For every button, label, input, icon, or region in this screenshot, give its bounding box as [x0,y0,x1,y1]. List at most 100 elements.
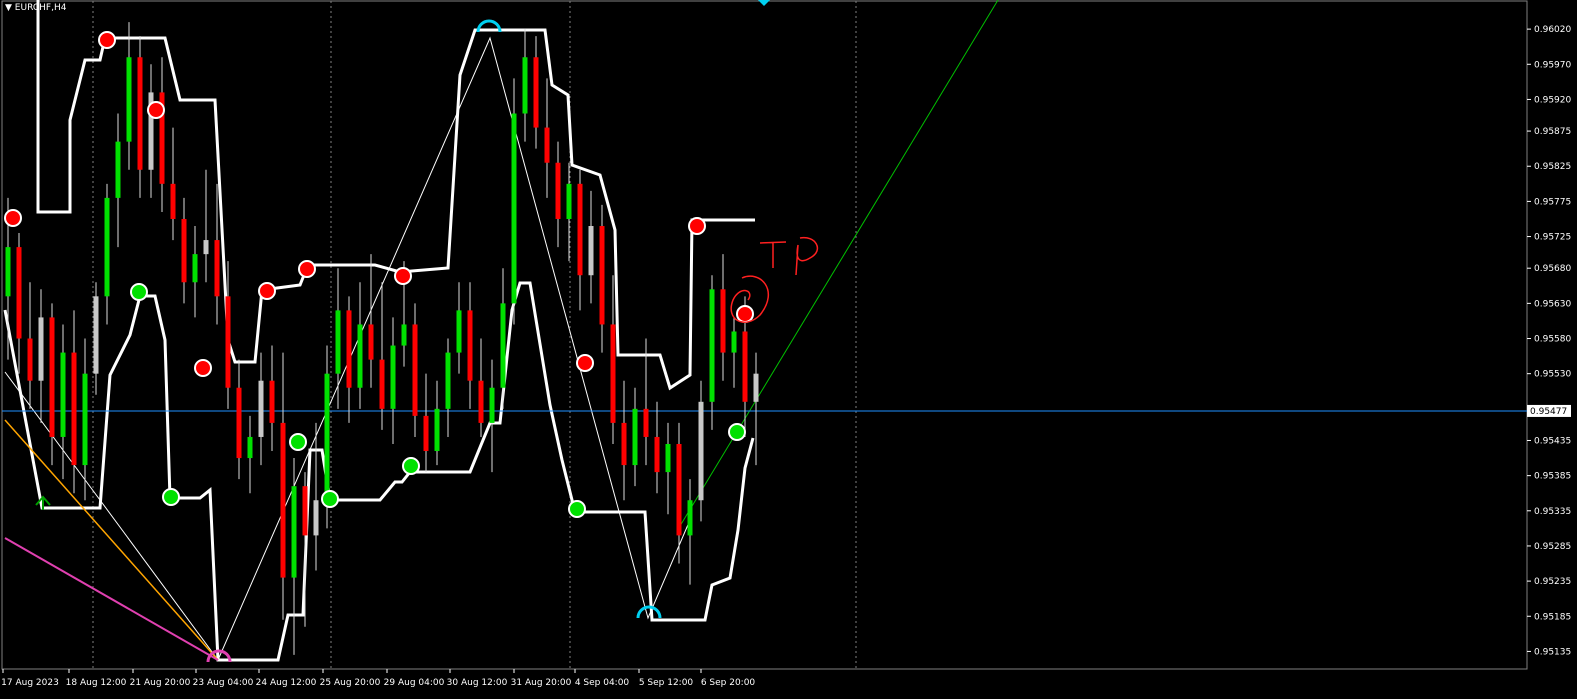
handwritten-tp-mark [759,236,819,276]
buy-signal-dot-5 [568,500,586,518]
candle-body-28 [313,500,319,536]
candle-body-44 [489,387,495,423]
price-chart[interactable]: 0.96020 0.95970 0.95920 0.95875 0.95825 0.957… [0,0,1577,699]
candle-body-39 [434,408,440,452]
indicator-overlays [2,0,1527,662]
buy-signal-dot-1 [162,488,180,506]
sell-signal-dot-6 [394,267,412,285]
sell-signal-dot-9 [736,305,754,323]
candle-body-27 [302,486,308,536]
candle-body-15 [170,183,176,219]
candle-body-0 [5,247,11,297]
candle-body-59 [654,436,660,473]
y-tick-label-5: 0.95775 [1534,197,1571,207]
candle-body-48 [533,57,539,128]
candle-body-19 [214,240,220,297]
y-tick-label-6: 0.95725 [1534,233,1571,243]
candle-body-67 [742,331,748,402]
candle-body-61 [676,443,682,536]
candle-body-11 [126,57,132,142]
candle-body-41 [456,310,462,353]
channel-upper-line [36,0,755,391]
candle-body-5 [60,352,66,437]
y-tick-label-8: 0.95630 [1534,299,1571,309]
y-tick-label-4: 0.95825 [1534,162,1571,172]
x-tick-label-4: 24 Aug 12:00 [256,678,317,688]
candle-body-43 [478,380,484,423]
y-tick-label-14: 0.95285 [1534,542,1571,552]
buy-signal-dot-4 [402,457,420,475]
candle-body-10 [115,141,121,198]
sell-signal-dot-1 [98,31,116,49]
candle-body-35 [390,345,396,409]
candle-body-58 [643,408,649,437]
candle-body-65 [720,289,726,353]
x-tick-label-7: 30 Aug 12:00 [447,678,508,688]
candle-body-55 [610,324,616,423]
candle-body-56 [621,422,627,466]
x-tick-label-2: 21 Aug 20:00 [130,678,191,688]
buy-signal-dot-3 [321,490,339,508]
candle-body-24 [269,380,275,423]
trendline-orange [4,419,219,661]
candle-body-60 [665,443,671,473]
candle-body-8 [93,296,99,374]
x-tick-label-9: 4 Sep 04:00 [575,678,630,688]
candle-body-53 [588,226,594,276]
buy-signal-dot-2 [289,433,307,451]
candle-body-29 [324,373,330,501]
x-tick-label-11: 6 Sep 20:00 [701,678,756,688]
candle-body-1 [16,247,22,339]
price-axis: 0.96020 0.95970 0.95920 0.95875 0.95825 0.957… [1527,25,1571,657]
y-tick-label-7: 0.95680 [1534,264,1571,274]
y-tick-label-10: 0.95530 [1534,370,1571,380]
candle-body-42 [467,310,473,381]
candle-body-37 [412,324,418,416]
candle-body-30 [335,310,341,374]
candle-body-51 [566,183,572,219]
y-tick-label-3: 0.95875 [1534,127,1571,137]
sell-signal-dot-3 [194,359,212,377]
candle-body-62 [687,500,693,536]
y-tick-label-13: 0.95335 [1534,507,1571,517]
y-tick-label-0: 0.96020 [1534,25,1571,35]
candle-body-45 [500,303,506,388]
candle-series [5,22,759,655]
candle-body-50 [555,162,561,219]
candle-body-40 [445,352,451,409]
candle-body-21 [236,387,242,459]
candle-body-3 [38,317,44,381]
sell-signal-dot-4 [258,282,276,300]
candle-body-36 [401,324,407,346]
sell-signal-dot-2 [147,101,165,119]
x-tick-label-8: 31 Aug 20:00 [511,678,572,688]
chart-grid [1,0,1528,670]
x-tick-label-0: 17 Aug 2023 [1,678,59,688]
x-tick-label-5: 25 Aug 20:00 [320,678,381,688]
candle-body-46 [511,113,517,304]
y-tick-label-1: 0.95970 [1534,60,1571,70]
candle-body-38 [423,415,429,452]
plot-frame [1,0,1528,670]
y-tick-label-15: 0.95235 [1534,577,1571,587]
candle-body-33 [368,324,374,360]
candle-body-68 [753,373,759,402]
y-tick-label-9: 0.95580 [1534,335,1571,345]
candle-body-9 [104,197,110,297]
shift-marker-icon [758,0,770,6]
candle-body-12 [137,57,143,170]
buy-signal-dot-0 [130,283,148,301]
candle-body-49 [544,127,550,163]
candle-body-22 [247,436,253,459]
candle-body-4 [49,317,55,437]
y-tick-label-12: 0.95385 [1534,472,1571,482]
price-tag-text: 0.95477 [1530,407,1567,417]
candle-body-16 [181,218,187,283]
y-tick-label-2: 0.95920 [1534,95,1571,105]
sell-signal-dot-7 [576,354,594,372]
buy-signal-dot-6 [728,423,746,441]
time-axis: 17 Aug 2023 18 Aug 12:00 21 Aug 20:00 23 Au… [1,669,755,688]
candle-body-34 [379,359,385,409]
x-tick-label-3: 23 Aug 04:00 [193,678,254,688]
sell-signal-dot-5 [298,260,316,278]
